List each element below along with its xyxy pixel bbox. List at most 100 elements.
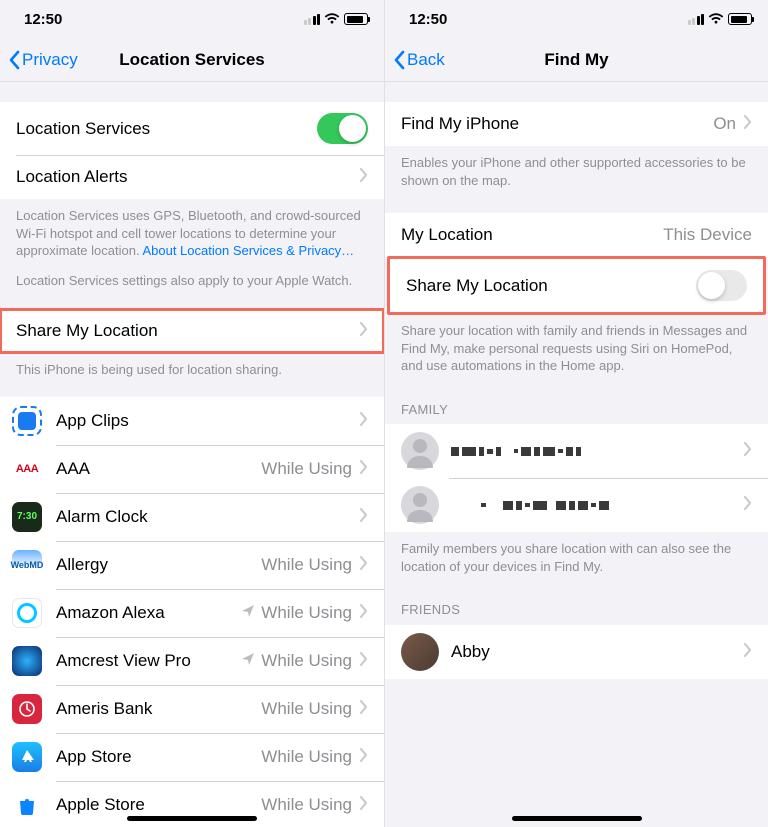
app-row-allergy[interactable]: WebMD AllergyWhile Using	[0, 541, 384, 589]
app-icon	[12, 790, 42, 820]
highlight-share-row: Share My Location	[387, 256, 766, 315]
chevron-right-icon	[360, 460, 368, 478]
app-row-aaa[interactable]: AAAAAAWhile Using	[0, 445, 384, 493]
location-services-switch[interactable]	[317, 113, 368, 144]
group-friends: Abby	[385, 625, 768, 679]
group-location: Location Services Location Alerts	[0, 102, 384, 199]
chevron-right-icon	[360, 412, 368, 430]
group-fmi: Find My iPhone On	[385, 102, 768, 146]
back-button[interactable]: Privacy	[8, 50, 78, 70]
location-alerts-row[interactable]: Location Alerts	[0, 155, 384, 199]
chevron-right-icon	[744, 442, 752, 460]
app-name: Alarm Clock	[56, 507, 352, 527]
friend-row[interactable]: Abby	[385, 625, 768, 679]
redacted-name	[451, 497, 736, 513]
back-button[interactable]: Back	[393, 50, 445, 70]
cellular-icon	[688, 14, 705, 25]
battery-icon	[344, 13, 368, 25]
home-indicator[interactable]	[127, 816, 257, 821]
row-label: My Location	[401, 225, 663, 245]
avatar	[401, 486, 439, 524]
chevron-left-icon	[8, 50, 20, 70]
family-member-row[interactable]	[385, 478, 768, 532]
avatar	[401, 633, 439, 671]
chevron-left-icon	[393, 50, 405, 70]
friend-name: Abby	[451, 633, 736, 671]
app-icon	[12, 694, 42, 724]
app-name: Ameris Bank	[56, 699, 261, 719]
back-label: Back	[407, 50, 445, 70]
status-bar: 12:50	[385, 0, 768, 38]
family-member-row[interactable]	[385, 424, 768, 478]
location-arrow-icon	[241, 604, 255, 622]
wifi-icon	[324, 13, 340, 25]
status-time: 12:50	[409, 11, 447, 28]
content-scroll[interactable]: Find My iPhone On Enables your iPhone an…	[385, 82, 768, 827]
location-services-row[interactable]: Location Services	[0, 102, 384, 155]
app-icon: WebMD	[12, 550, 42, 580]
app-status: While Using	[261, 699, 352, 719]
app-icon	[12, 646, 42, 676]
cellular-icon	[304, 14, 321, 25]
about-privacy-link[interactable]: About Location Services & Privacy…	[142, 243, 354, 258]
row-detail: On	[713, 114, 736, 134]
app-name: Amazon Alexa	[56, 603, 241, 623]
share-footer: Share your location with family and frie…	[385, 314, 768, 383]
app-row-app-store[interactable]: App StoreWhile Using	[0, 733, 384, 781]
app-row-amazon-alexa[interactable]: Amazon Alexa While Using	[0, 589, 384, 637]
family-header: FAMILY	[385, 383, 768, 425]
share-my-location-switch[interactable]	[696, 270, 747, 301]
nav-bar: Privacy Location Services	[0, 38, 384, 82]
chevron-right-icon	[360, 168, 368, 186]
app-status: While Using	[261, 555, 352, 575]
group-family	[385, 424, 768, 532]
status-icons	[688, 13, 753, 25]
home-indicator[interactable]	[512, 816, 642, 821]
status-bar: 12:50	[0, 0, 384, 38]
row-label: Location Services	[16, 119, 317, 139]
share-my-location-row[interactable]: Share My Location	[390, 259, 763, 312]
chevron-right-icon	[360, 556, 368, 574]
app-name: Amcrest View Pro	[56, 651, 241, 671]
app-name: AAA	[56, 459, 261, 479]
family-footer: Family members you share location with c…	[385, 532, 768, 583]
share-my-location-row[interactable]: Share My Location	[0, 309, 384, 353]
app-status: While Using	[261, 795, 352, 815]
chevron-right-icon	[360, 652, 368, 670]
row-label: Location Alerts	[16, 167, 352, 187]
my-location-row[interactable]: My Location This Device	[385, 213, 768, 257]
app-icon: AAA	[12, 454, 42, 484]
chevron-right-icon	[744, 496, 752, 514]
row-detail: This Device	[663, 225, 752, 245]
group-share-location: Share My Location	[390, 259, 763, 312]
back-label: Privacy	[22, 50, 78, 70]
app-icon	[12, 742, 42, 772]
group-share: Share My Location	[0, 309, 384, 353]
app-icon	[12, 598, 42, 628]
app-status: While Using	[261, 747, 352, 767]
wifi-icon	[708, 13, 724, 25]
redacted-name	[451, 443, 736, 459]
avatar	[401, 432, 439, 470]
content-scroll[interactable]: Location Services Location Alerts Locati…	[0, 82, 384, 827]
chevron-right-icon	[744, 115, 752, 133]
app-row-alarm-clock[interactable]: 7:30Alarm Clock	[0, 493, 384, 541]
app-row-app-clips[interactable]: App Clips	[0, 397, 384, 445]
chevron-right-icon	[360, 700, 368, 718]
location-arrow-icon	[241, 652, 255, 670]
app-status: While Using	[261, 603, 352, 623]
app-name: Allergy	[56, 555, 261, 575]
phone-location-services: 12:50 Privacy Location Services Location…	[0, 0, 384, 827]
friends-header: FRIENDS	[385, 583, 768, 625]
app-name: Apple Store	[56, 795, 261, 815]
group-my-location: My Location This Device	[385, 213, 768, 257]
app-row-amcrest-view-pro[interactable]: Amcrest View ProWhile Using	[0, 637, 384, 685]
row-label: Find My iPhone	[401, 114, 713, 134]
find-my-iphone-row[interactable]: Find My iPhone On	[385, 102, 768, 146]
app-status: While Using	[261, 459, 352, 479]
chevron-right-icon	[360, 748, 368, 766]
app-icon	[12, 406, 42, 436]
phone-find-my: 12:50 Back Find My Find My iPhone On Ena…	[384, 0, 768, 827]
chevron-right-icon	[360, 508, 368, 526]
app-row-ameris-bank[interactable]: Ameris BankWhile Using	[0, 685, 384, 733]
